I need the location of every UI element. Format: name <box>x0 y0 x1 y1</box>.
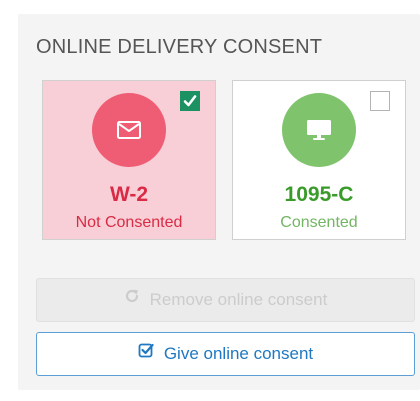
give-consent-button[interactable]: Give online consent <box>36 332 415 376</box>
monitor-icon <box>307 120 331 140</box>
panel-title: ONLINE DELIVERY CONSENT <box>36 36 323 58</box>
check-square-icon <box>138 332 154 374</box>
online-delivery-consent-panel: ONLINE DELIVERY CONSENT W-2 Not Consente… <box>18 14 420 390</box>
give-consent-label: Give online consent <box>163 344 314 363</box>
form-name: W-2 <box>109 183 149 206</box>
w2-icon-circle <box>92 93 166 167</box>
form-card-1095c[interactable]: 1095-C Consented <box>232 80 406 240</box>
w2-select-checkbox[interactable] <box>180 91 200 111</box>
1095c-icon-circle <box>282 93 356 167</box>
refresh-icon <box>124 278 140 320</box>
1095c-select-checkbox[interactable] <box>370 91 390 111</box>
form-card-w2[interactable]: W-2 Not Consented <box>42 80 216 240</box>
remove-consent-button[interactable]: Remove online consent <box>36 278 415 322</box>
form-status: Not Consented <box>75 214 183 231</box>
form-status: Consented <box>280 214 358 231</box>
checkmark-icon <box>183 95 197 107</box>
envelope-icon <box>117 121 141 139</box>
remove-consent-label: Remove online consent <box>149 290 328 309</box>
form-name: 1095-C <box>284 183 354 206</box>
